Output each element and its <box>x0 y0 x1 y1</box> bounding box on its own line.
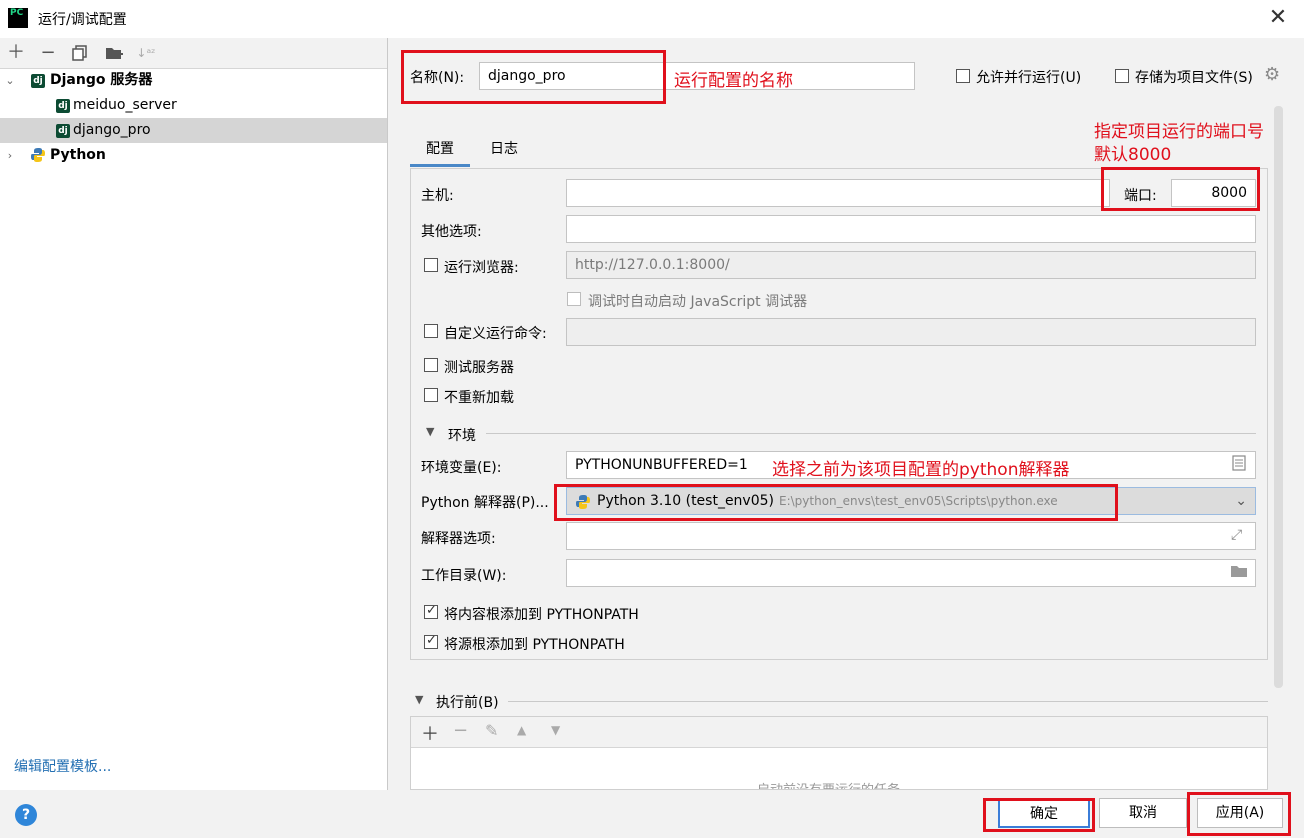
env-divider <box>486 433 1256 434</box>
add-content-roots-label: 将内容根添加到 PYTHONPATH <box>444 607 639 623</box>
allow-parallel-label: 允许并行运行(U) <box>976 70 1082 86</box>
interp-options-input[interactable] <box>566 522 1256 550</box>
add-source-roots-checkbox[interactable] <box>424 633 438 649</box>
annotation-box-apply <box>1187 792 1291 836</box>
tree-item-django-server[interactable]: ⌄ dj Django 服务器 <box>0 68 387 93</box>
chevron-right-icon[interactable]: › <box>3 143 17 168</box>
annotation-interpreter-note: 选择之前为该项目配置的python解释器 <box>772 460 1070 480</box>
before-launch-toolbar: ＋ − ✎ ▲ ▼ <box>411 717 1267 748</box>
annotation-box-interpreter <box>554 484 1118 521</box>
run-browser-label: 运行浏览器: <box>444 260 519 276</box>
interpreter-label[interactable]: Python 解释器(P)... <box>421 492 549 512</box>
before-launch-list: ＋ − ✎ ▲ ▼ 启动前没有要运行的任务 <box>410 716 1268 790</box>
collapse-before-launch-icon[interactable]: ▼ <box>415 693 423 706</box>
custom-cmd-input[interactable] <box>566 318 1256 346</box>
custom-cmd-checkbox[interactable] <box>424 324 438 338</box>
env-vars-label: 环境变量(E): <box>421 460 502 476</box>
test-server-label: 测试服务器 <box>444 360 514 376</box>
no-reload-label: 不重新加载 <box>444 390 514 406</box>
annotation-box-port <box>1101 167 1260 211</box>
js-debug-label: 调试时自动启动 JavaScript 调试器 <box>588 294 808 310</box>
tree-item-django-pro[interactable]: dj django_pro <box>0 118 387 143</box>
add-icon[interactable]: ＋ <box>5 42 27 64</box>
chevron-down-icon[interactable]: ⌄ <box>3 68 17 93</box>
new-folder-icon[interactable] <box>103 42 125 64</box>
close-icon[interactable]: ✕ <box>1266 6 1290 30</box>
tab-logs[interactable]: 日志 <box>474 134 534 164</box>
no-reload-checkbox[interactable] <box>424 388 438 402</box>
allow-parallel-checkbox[interactable] <box>956 69 970 83</box>
remove-task-icon[interactable]: − <box>453 720 468 741</box>
add-content-roots-checkbox[interactable] <box>424 603 438 619</box>
browser-url-input[interactable]: http://127.0.0.1:8000/ <box>566 251 1256 279</box>
env-vars-value: PYTHONUNBUFFERED=1 <box>575 457 748 473</box>
store-as-file-checkbox[interactable] <box>1115 69 1129 83</box>
tree-item-label: meiduo_server <box>73 97 177 113</box>
tree-item-label: Django 服务器 <box>50 72 153 88</box>
host-input[interactable] <box>566 179 1110 207</box>
remove-icon[interactable]: − <box>37 42 59 64</box>
other-options-label: 其他选项: <box>421 224 482 240</box>
store-as-file-label: 存储为项目文件(S) <box>1135 70 1253 86</box>
run-browser-checkbox[interactable] <box>424 258 438 272</box>
other-options-input[interactable] <box>566 215 1256 243</box>
annotation-port-note-1: 指定项目运行的端口号 <box>1094 122 1264 142</box>
bottom-bar: ? 确定 取消 应用(A) <box>0 790 1304 838</box>
edit-templates-link[interactable]: 编辑配置模板... <box>14 756 111 776</box>
django-icon: dj <box>31 74 45 88</box>
window-title: 运行/调试配置 <box>38 12 127 28</box>
django-icon: dj <box>56 99 70 113</box>
annotation-name-note: 运行配置的名称 <box>674 71 793 91</box>
workdir-label: 工作目录(W): <box>421 568 507 584</box>
before-launch-divider <box>508 701 1268 702</box>
help-icon[interactable]: ? <box>15 804 37 826</box>
before-launch-empty-text: 启动前没有要运行的任务 <box>757 779 900 789</box>
collapse-env-icon[interactable]: ▼ <box>426 425 434 438</box>
folder-icon[interactable] <box>1230 564 1248 582</box>
add-task-icon[interactable]: ＋ <box>421 720 439 746</box>
python-icon <box>30 147 46 163</box>
sort-icon[interactable]: ↓ᵃᶻ <box>135 42 157 64</box>
env-section-title: 环境 <box>448 428 476 444</box>
title-bar: PC 运行/调试配置 ✕ <box>0 0 1304 38</box>
tree-item-meiduo-server[interactable]: dj meiduo_server <box>0 93 387 118</box>
annotation-port-note-2: 默认8000 <box>1094 145 1172 165</box>
annotation-box-name <box>401 50 666 104</box>
django-icon: dj <box>56 124 70 138</box>
edit-task-icon[interactable]: ✎ <box>485 721 498 740</box>
tree-item-label: Python <box>50 147 106 163</box>
tree-item-python[interactable]: › Python <box>0 143 387 168</box>
expand-icon[interactable]: ⤢ <box>1231 527 1242 543</box>
scrollbar[interactable] <box>1274 106 1283 688</box>
js-debug-checkbox[interactable] <box>567 292 581 306</box>
host-label: 主机: <box>421 188 454 204</box>
workdir-input[interactable] <box>566 559 1256 587</box>
copy-icon[interactable] <box>69 42 91 64</box>
move-down-icon[interactable]: ▼ <box>551 723 560 737</box>
tree-item-label: django_pro <box>73 122 151 138</box>
interp-options-label: 解释器选项: <box>421 531 496 547</box>
test-server-checkbox[interactable] <box>424 358 438 372</box>
custom-cmd-label: 自定义运行命令: <box>444 326 547 342</box>
config-tree-pane: ＋ − ↓ᵃᶻ ⌄ dj Django 服务器 dj meiduo_server… <box>0 38 388 790</box>
document-icon[interactable] <box>1232 455 1246 475</box>
gear-icon[interactable]: ⚙ <box>1264 64 1280 85</box>
add-source-roots-label: 将源根添加到 PYTHONPATH <box>444 637 625 653</box>
tab-config[interactable]: 配置 <box>410 134 470 167</box>
tree-toolbar: ＋ − ↓ᵃᶻ <box>0 38 387 69</box>
annotation-box-ok <box>983 798 1095 832</box>
chevron-down-icon[interactable]: ⌄ <box>1235 488 1247 514</box>
before-launch-title: 执行前(B) <box>436 695 499 711</box>
pycharm-logo-icon: PC <box>8 8 28 28</box>
cancel-button[interactable]: 取消 <box>1099 798 1187 828</box>
move-up-icon[interactable]: ▲ <box>517 723 526 737</box>
